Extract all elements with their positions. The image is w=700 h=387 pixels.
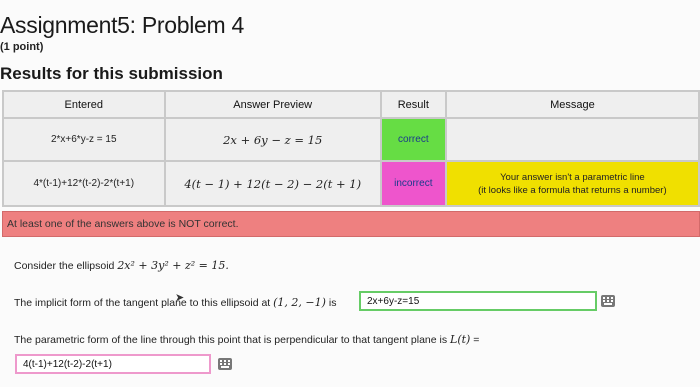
q2-function: L(t) [450, 333, 471, 346]
mouse-cursor-icon: ➤ [175, 292, 185, 304]
header-message: Message [444, 90, 700, 119]
results-heading: Results for this submission [0, 64, 223, 83]
problem-intro: Consider the ellipsoid 2x² + 3y² + z² = … [14, 259, 229, 272]
message-line: Your answer isn't a parametric line [500, 171, 645, 183]
q1-text: The implicit form of the tangent plane t… [14, 297, 274, 309]
parametric-line-answer-input[interactable]: 4(t-1)+12(t-2)-2(t+1) [15, 354, 211, 374]
intro-text: Consider the ellipsoid [14, 260, 118, 272]
header-entered: Entered [2, 90, 166, 119]
preview-cell: 2x + 6y − z = 15 [163, 117, 382, 162]
header-answer-preview: Answer Preview [163, 90, 382, 119]
table-row: 4*(t-1)+12*(t-2)-2*(t+1) 4(t − 1) + 12(t… [2, 160, 700, 207]
keyboard-icon[interactable] [218, 358, 232, 370]
message-line: (it looks like a formula that returns a … [478, 184, 667, 196]
message-cell: Your answer isn't a parametric line (it … [444, 160, 700, 207]
table-row: 2*x+6*y-z = 15 2x + 6y − z = 15 correct [2, 117, 700, 162]
keyboard-icon[interactable] [601, 295, 615, 307]
result-correct-cell: correct [379, 117, 447, 162]
results-table: Entered Answer Preview Result Message 2*… [2, 90, 700, 207]
q1-suffix: is [325, 297, 337, 309]
entered-cell: 2*x+6*y-z = 15 [2, 117, 166, 162]
header-result: Result [379, 90, 447, 119]
message-cell [444, 117, 700, 162]
q2-suffix: = [470, 334, 480, 346]
q2-text: The parametric form of the line through … [14, 334, 451, 346]
question-2: The parametric form of the line through … [14, 333, 479, 346]
points-label: (1 point) [0, 41, 44, 53]
q1-point: (1, 2, −1) [273, 296, 326, 309]
entered-cell: 4*(t-1)+12*(t-2)-2*(t+1) [2, 160, 166, 207]
incorrect-alert: At least one of the answers above is NOT… [2, 211, 700, 237]
page-title: Assignment5: Problem 4 [0, 12, 244, 38]
result-incorrect-cell: incorrect [379, 160, 447, 207]
ellipsoid-equation: 2x² + 3y² + z² = 15. [117, 259, 229, 272]
tangent-plane-answer-input[interactable]: 2x+6y-z=15 [359, 291, 597, 311]
preview-cell: 4(t − 1) + 12(t − 2) − 2(t + 1) [163, 160, 382, 207]
